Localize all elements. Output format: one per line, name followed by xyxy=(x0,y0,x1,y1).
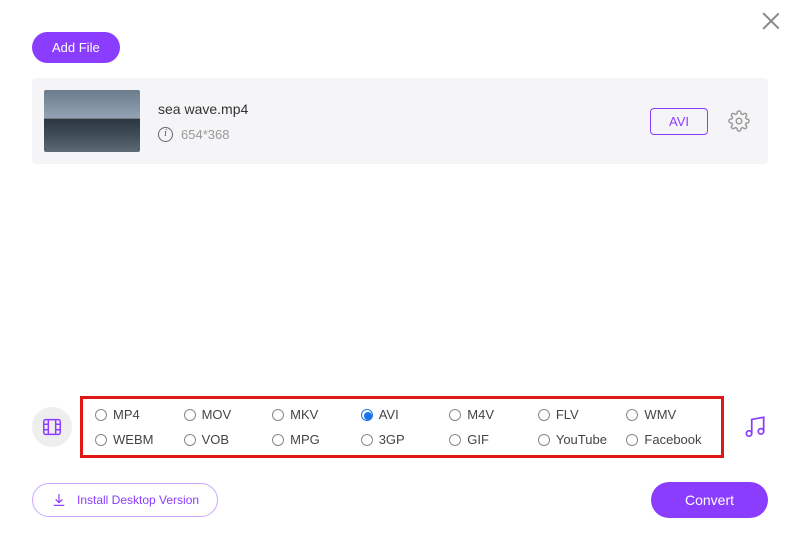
radio-icon xyxy=(449,434,461,446)
format-option-mkv[interactable]: MKV xyxy=(272,407,355,422)
format-option-label: MOV xyxy=(202,407,232,422)
format-option-label: WMV xyxy=(644,407,676,422)
format-option-flv[interactable]: FLV xyxy=(538,407,621,422)
convert-button[interactable]: Convert xyxy=(651,482,768,518)
format-option-avi[interactable]: AVI xyxy=(361,407,444,422)
film-icon[interactable] xyxy=(32,407,72,447)
radio-icon xyxy=(361,409,373,421)
format-option-gif[interactable]: GIF xyxy=(449,432,532,447)
format-option-label: VOB xyxy=(202,432,229,447)
format-option-label: M4V xyxy=(467,407,494,422)
format-option-label: AVI xyxy=(379,407,399,422)
radio-icon xyxy=(449,409,461,421)
radio-icon xyxy=(184,409,196,421)
format-option-label: MKV xyxy=(290,407,318,422)
file-format-button[interactable]: AVI xyxy=(650,108,708,135)
format-option-mov[interactable]: MOV xyxy=(184,407,267,422)
file-dimensions-label: 654*368 xyxy=(181,127,229,142)
file-meta: sea wave.mp4 i 654*368 xyxy=(158,101,248,142)
format-option-label: MP4 xyxy=(113,407,140,422)
format-panel: MP4 MOV MKV AVI M4V FLV WMV WEBM VOB MPG 3GP GIF You… xyxy=(32,396,768,458)
radio-icon xyxy=(538,409,550,421)
gear-icon[interactable] xyxy=(728,110,750,132)
video-thumbnail[interactable] xyxy=(44,90,140,152)
radio-icon xyxy=(95,434,107,446)
format-option-label: FLV xyxy=(556,407,579,422)
format-option-label: MPG xyxy=(290,432,320,447)
file-name-label: sea wave.mp4 xyxy=(158,101,248,117)
radio-icon xyxy=(272,409,284,421)
file-row: sea wave.mp4 i 654*368 AVI xyxy=(32,78,768,164)
format-grid-highlight: MP4 MOV MKV AVI M4V FLV WMV WEBM VOB MPG 3GP GIF You… xyxy=(80,396,724,458)
add-file-button[interactable]: Add File xyxy=(32,32,120,63)
format-option-mpg[interactable]: MPG xyxy=(272,432,355,447)
info-icon[interactable]: i xyxy=(158,127,173,142)
install-desktop-button[interactable]: Install Desktop Version xyxy=(32,483,218,517)
format-option-label: Facebook xyxy=(644,432,701,447)
radio-icon xyxy=(184,434,196,446)
format-option-mp4[interactable]: MP4 xyxy=(95,407,178,422)
radio-icon xyxy=(626,434,638,446)
radio-icon xyxy=(95,409,107,421)
format-option-vob[interactable]: VOB xyxy=(184,432,267,447)
radio-icon xyxy=(361,434,373,446)
format-option-3gp[interactable]: 3GP xyxy=(361,432,444,447)
install-desktop-label: Install Desktop Version xyxy=(77,493,199,507)
format-option-youtube[interactable]: YouTube xyxy=(538,432,621,447)
format-option-label: GIF xyxy=(467,432,489,447)
format-option-webm[interactable]: WEBM xyxy=(95,432,178,447)
close-icon[interactable] xyxy=(760,10,782,32)
format-option-wmv[interactable]: WMV xyxy=(626,407,709,422)
format-option-facebook[interactable]: Facebook xyxy=(626,432,709,447)
format-option-label: 3GP xyxy=(379,432,405,447)
radio-icon xyxy=(626,409,638,421)
format-option-label: WEBM xyxy=(113,432,153,447)
music-icon[interactable] xyxy=(742,414,768,440)
format-option-label: YouTube xyxy=(556,432,607,447)
radio-icon xyxy=(272,434,284,446)
format-option-m4v[interactable]: M4V xyxy=(449,407,532,422)
download-icon xyxy=(51,492,67,508)
radio-icon xyxy=(538,434,550,446)
bottom-bar: Install Desktop Version Convert xyxy=(32,482,768,518)
